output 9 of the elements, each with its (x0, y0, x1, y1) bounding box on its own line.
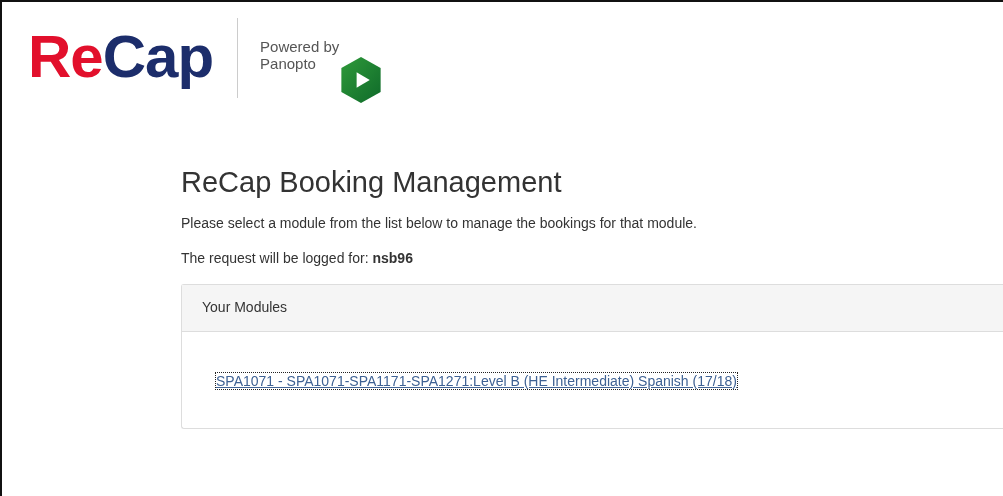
panel-title: Your Modules (202, 299, 288, 315)
logo: ReCap (28, 22, 214, 92)
module-link[interactable]: SPA1071 - SPA1071-SPA1171-SPA1271:Level B (HE Intermediate) Spanish (17/18) (216, 373, 737, 389)
play-logo-icon (339, 56, 384, 104)
intro-text: Please select a module from the list below to manage the bookings for that module. (181, 215, 698, 231)
page-heading: ReCap Booking Management (181, 166, 563, 199)
panopto-text: Panopto (260, 55, 317, 72)
logged-for-text: The request will be logged for: nsb96 (181, 250, 414, 266)
powered-by-text: Powered by (260, 38, 340, 55)
